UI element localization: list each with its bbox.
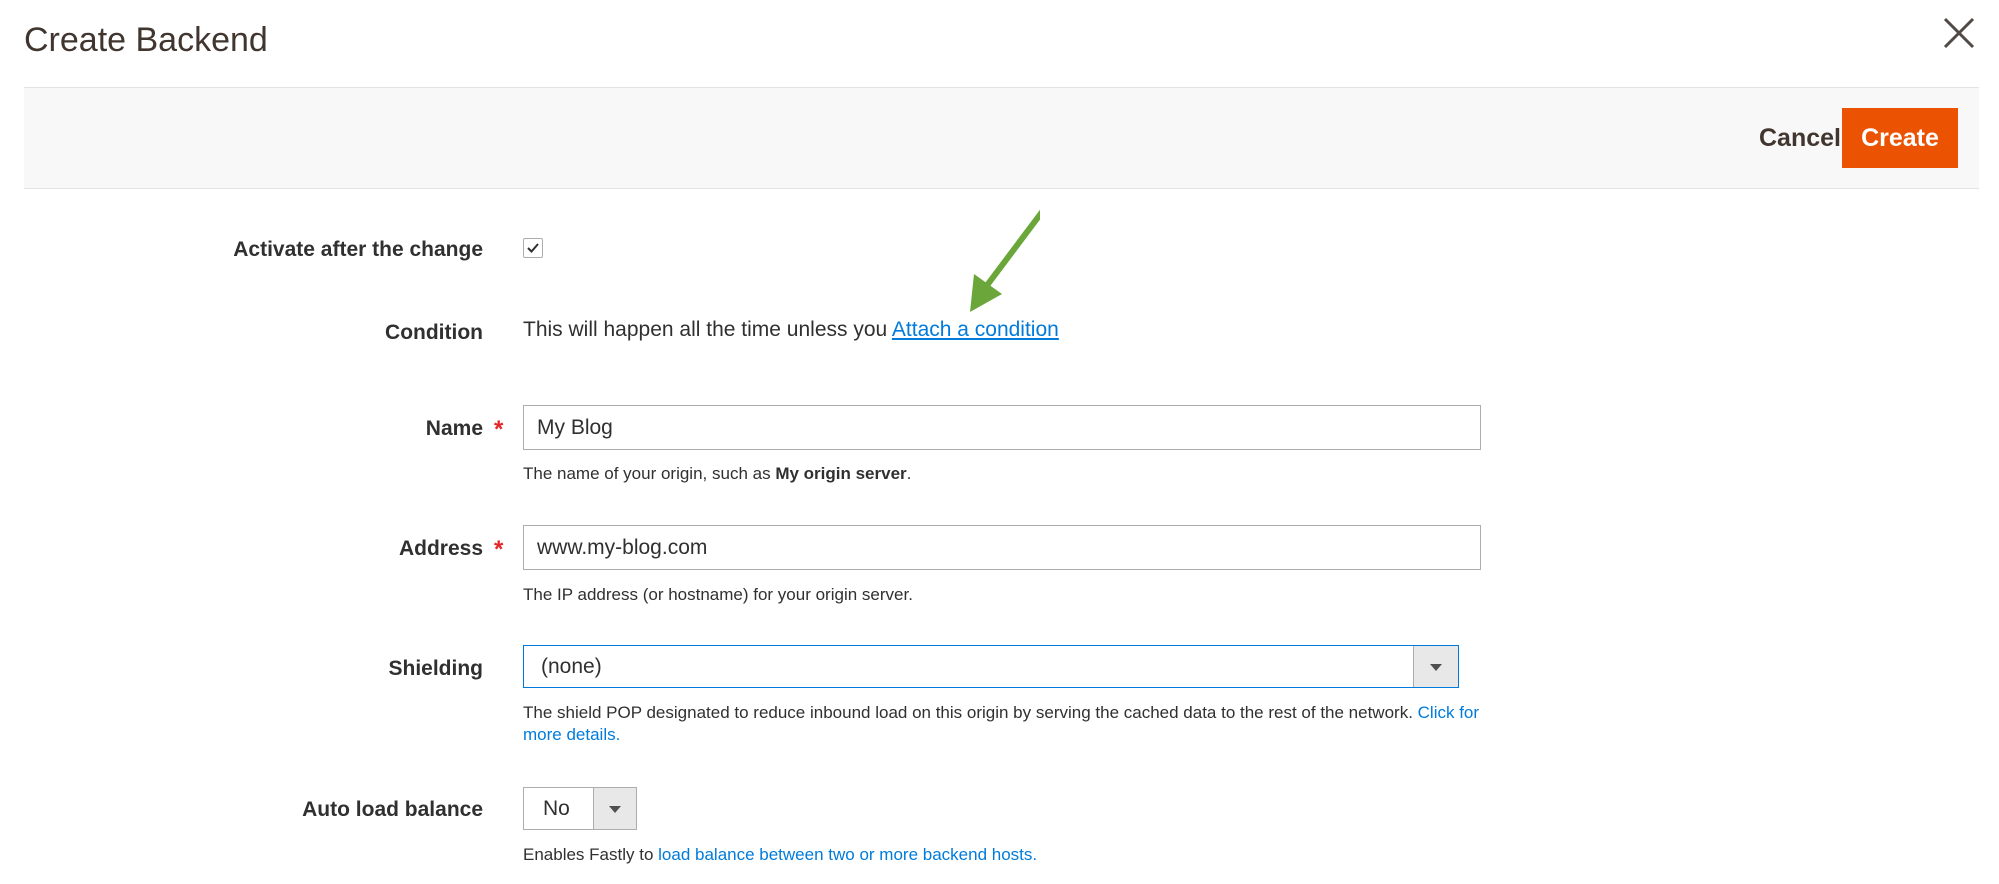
shielding-label: Shielding bbox=[388, 657, 484, 680]
address-required-mark: * bbox=[494, 536, 504, 563]
name-note-example: My origin server bbox=[775, 464, 907, 483]
condition-description: This will happen all the time unless you bbox=[523, 318, 888, 341]
close-icon bbox=[1943, 17, 1975, 49]
auto-load-balance-selected-value: No bbox=[543, 797, 570, 820]
shielding-note-text: The shield POP designated to reduce inbo… bbox=[523, 703, 1413, 722]
attach-condition-link[interactable]: Attach a condition bbox=[892, 318, 1059, 341]
shielding-note: The shield POP designated to reduce inbo… bbox=[523, 702, 1483, 746]
name-label: Name bbox=[425, 417, 483, 440]
activate-checkbox[interactable] bbox=[523, 238, 543, 258]
shielding-selected-value: (none) bbox=[541, 655, 602, 678]
condition-label: Condition bbox=[385, 321, 483, 344]
name-note-suffix: . bbox=[906, 464, 912, 483]
chevron-down-icon bbox=[1430, 663, 1442, 671]
auto-load-balance-note: Enables Fastly to load balance between t… bbox=[523, 844, 1037, 866]
address-input[interactable] bbox=[523, 525, 1481, 570]
name-note: The name of your origin, such as My orig… bbox=[523, 463, 911, 485]
address-note: The IP address (or hostname) for your or… bbox=[523, 585, 913, 604]
auto-load-balance-dropdown-toggle[interactable] bbox=[593, 788, 636, 829]
modal-title: Create Backend bbox=[24, 21, 268, 59]
check-icon bbox=[527, 243, 539, 253]
shielding-dropdown-toggle[interactable] bbox=[1413, 646, 1458, 687]
activate-label: Activate after the change bbox=[233, 238, 483, 261]
name-input[interactable] bbox=[523, 405, 1481, 450]
close-button[interactable] bbox=[1939, 13, 1979, 53]
shielding-details-link-part1: Click for bbox=[1417, 703, 1480, 722]
name-required-mark: * bbox=[494, 416, 504, 443]
shielding-select[interactable]: (none) bbox=[523, 645, 1459, 688]
load-balance-link[interactable]: load balance between two or more backend… bbox=[658, 845, 1037, 864]
auto-load-balance-label: Auto load balance bbox=[302, 798, 483, 821]
shielding-details-link-part2: more details. bbox=[523, 725, 621, 744]
auto-load-balance-note-prefix: Enables Fastly to bbox=[523, 845, 654, 864]
arrow-annotation-icon bbox=[970, 209, 1040, 312]
chevron-down-icon bbox=[609, 805, 621, 813]
name-note-prefix: The name of your origin, such as bbox=[523, 464, 771, 483]
action-toolbar: Cancel Create bbox=[24, 87, 1979, 189]
condition-text: This will happen all the time unless you… bbox=[523, 318, 1059, 342]
auto-load-balance-select[interactable]: No bbox=[523, 787, 637, 830]
address-label: Address bbox=[398, 537, 483, 560]
create-button[interactable]: Create bbox=[1842, 108, 1958, 168]
